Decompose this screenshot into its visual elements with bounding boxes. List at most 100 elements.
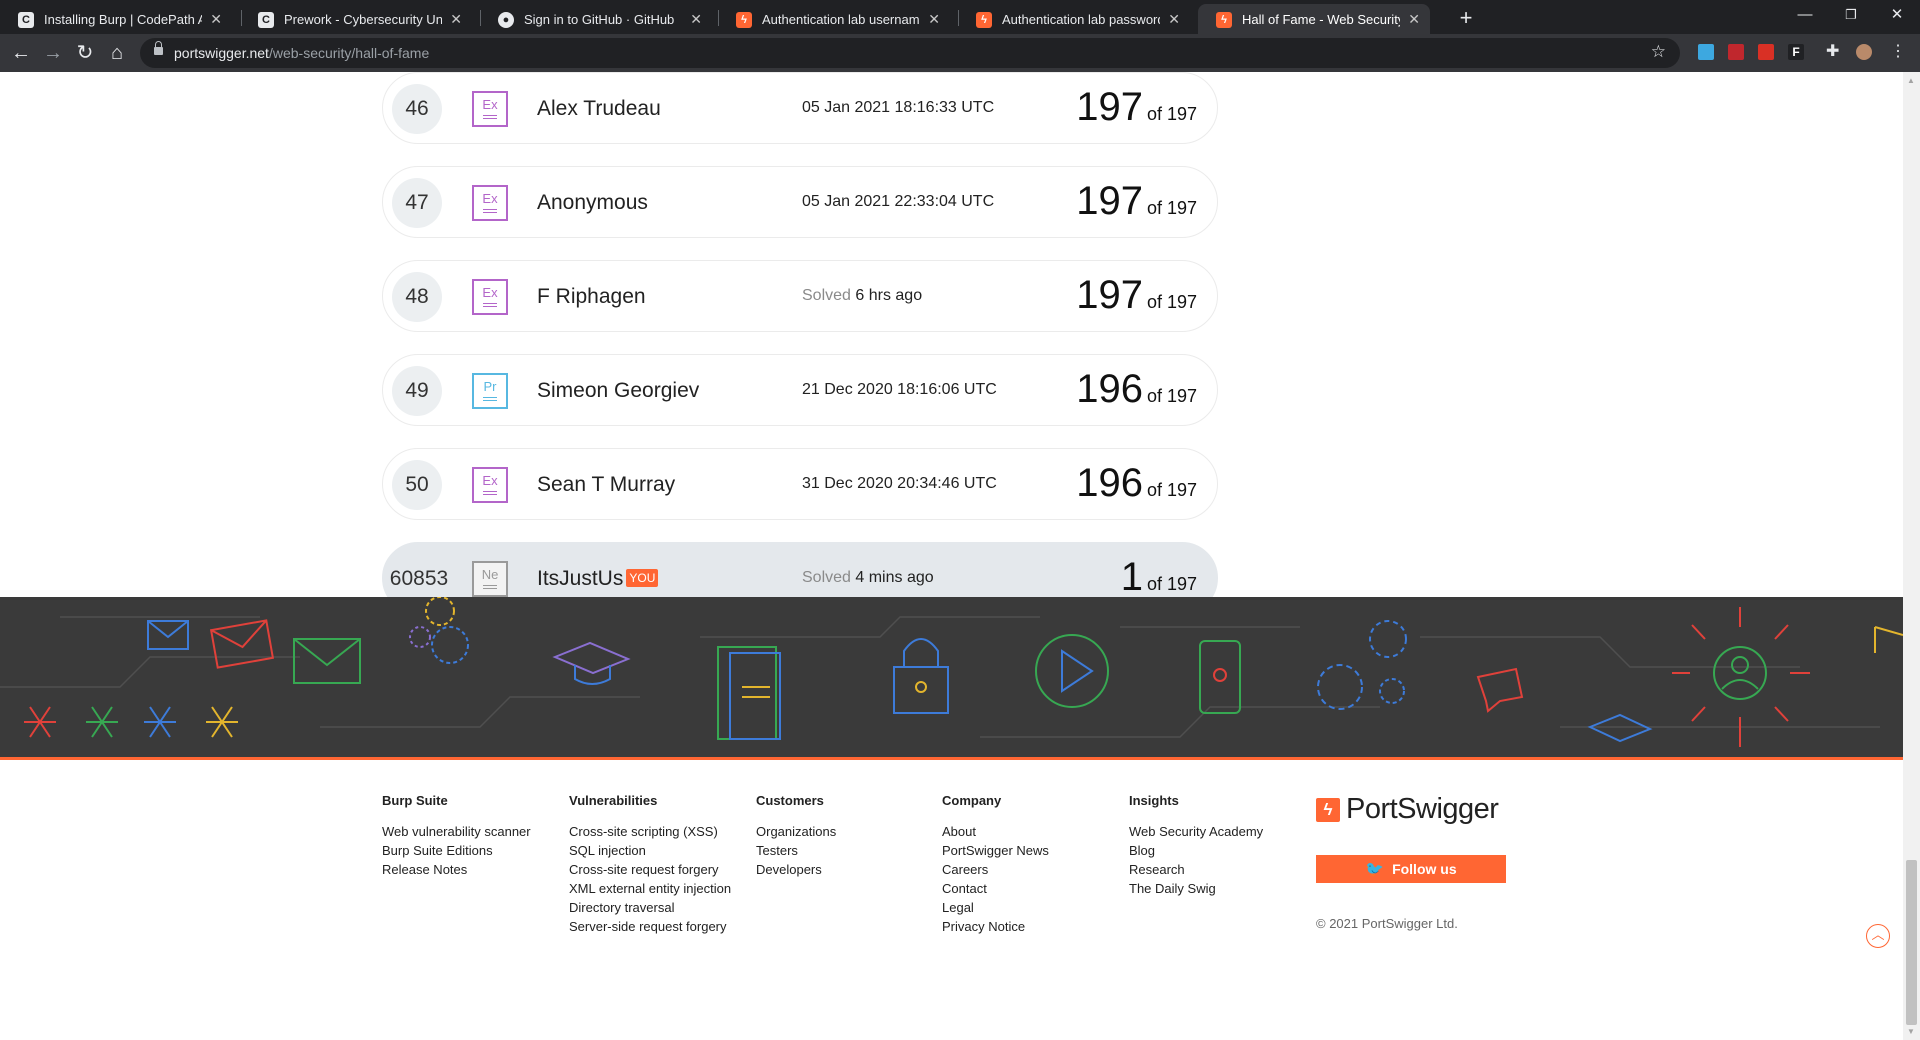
browser-tab[interactable]: ● Sign in to GitHub · GitHub ✕ (480, 4, 712, 34)
footer-link[interactable]: The Daily Swig (1129, 879, 1263, 898)
close-tab-icon[interactable]: ✕ (450, 11, 462, 28)
footer-link[interactable]: SQL injection (569, 841, 731, 860)
portswigger-logo-icon: ϟ (1316, 797, 1340, 822)
footer-link[interactable]: Legal (942, 898, 1049, 917)
footer-column-vulnerabilities: Vulnerabilities Cross-site scripting (XS… (569, 793, 731, 936)
footer-column-burp-suite: Burp Suite Web vulnerability scanner Bur… (382, 793, 531, 879)
follow-label: Follow us (1392, 861, 1457, 877)
score: 197 of 197 (1076, 179, 1197, 223)
footer-link[interactable]: Cross-site request forgery (569, 860, 731, 879)
footer-heading: Insights (1129, 793, 1179, 808)
solved-time: 05 Jan 2021 22:33:04 UTC (802, 193, 995, 210)
rank-number: 49 (392, 366, 442, 416)
score: 196 of 197 (1076, 461, 1197, 505)
footer-link[interactable]: XML external entity injection (569, 879, 731, 898)
user-name: F Riphagen (537, 285, 646, 308)
score: 196 of 197 (1076, 367, 1197, 411)
extension-icon[interactable] (1698, 44, 1714, 60)
rank-number: 47 (392, 178, 442, 228)
leaderboard-row: 47 Ex Anonymous 05 Jan 2021 22:33:04 UTC… (382, 166, 1218, 238)
footer-heading: Company (942, 793, 1002, 808)
browser-tab-strip: C Installing Burp | CodePath Andro ✕ C P… (0, 0, 1920, 34)
codepath-icon: C (258, 12, 274, 28)
leaderboard-row: 46 Ex Alex Trudeau 05 Jan 2021 18:16:33 … (382, 72, 1218, 144)
close-tab-icon[interactable]: ✕ (210, 11, 222, 28)
browser-tab[interactable]: ϟ Authentication lab passwords | W ✕ (958, 4, 1190, 34)
lock-icon[interactable] (154, 41, 163, 55)
forward-arrow-icon[interactable]: → (40, 40, 66, 66)
footer-link[interactable]: Burp Suite Editions (382, 841, 531, 860)
footer-link[interactable]: Release Notes (382, 860, 531, 879)
user-name: Alex Trudeau (537, 97, 661, 120)
ublock-extension-icon[interactable] (1728, 44, 1744, 60)
footer-link[interactable]: About (942, 822, 1049, 841)
practitioner-level-badge-icon: Pr (472, 373, 508, 409)
kebab-menu-icon[interactable]: ⋮ (1890, 44, 1906, 60)
footer-link[interactable]: Testers (756, 841, 836, 860)
footer-link[interactable]: Careers (942, 860, 1049, 879)
portswigger-logo[interactable]: ϟ PortSwigger (1316, 793, 1499, 826)
user-name: Sean T Murray (537, 473, 676, 496)
footer-link[interactable]: Cross-site scripting (XSS) (569, 822, 731, 841)
footer-illustration-banner (0, 597, 1903, 760)
browser-tab[interactable]: C Installing Burp | CodePath Andro ✕ (0, 4, 232, 34)
tab-title: Sign in to GitHub · GitHub (524, 11, 675, 27)
footer-link[interactable]: Directory traversal (569, 898, 731, 917)
tab-title: Prework - Cybersecurity Universi (284, 11, 442, 27)
avatar[interactable] (1856, 44, 1872, 60)
browser-tab[interactable]: ϟ Authentication lab usernames | W ✕ (718, 4, 950, 34)
footer-link[interactable]: PortSwigger News (942, 841, 1049, 860)
rank-number: 50 (392, 460, 442, 510)
footer-link[interactable]: Privacy Notice (942, 917, 1049, 936)
close-tab-icon[interactable]: ✕ (1168, 11, 1180, 28)
twitter-icon: 🐦 (1365, 861, 1385, 878)
browser-tab[interactable]: C Prework - Cybersecurity Universi ✕ (240, 4, 472, 34)
close-window-icon[interactable]: ✕ (1874, 0, 1920, 30)
footer-heading: Customers (756, 793, 824, 808)
scroll-up-arrow-icon[interactable]: ▲ (1907, 76, 1915, 85)
leaderboard-row: 48 Ex F Riphagen Solved 6 hrs ago 197 of … (382, 260, 1218, 332)
home-icon[interactable]: ⌂ (104, 40, 130, 66)
brand-name: PortSwigger (1346, 793, 1499, 825)
address-bar[interactable]: portswigger.net/web-security/hall-of-fam… (140, 38, 1680, 68)
page-scrollbar[interactable]: ▲ ▼ (1903, 72, 1920, 1040)
footer-link[interactable]: Contact (942, 879, 1049, 898)
minimize-icon[interactable]: — (1782, 0, 1828, 30)
new-tab-button[interactable]: + (1452, 4, 1480, 32)
footer-column-company: Company About PortSwigger News Careers C… (942, 793, 1049, 936)
copyright-text: © 2021 PortSwigger Ltd. (1316, 916, 1458, 931)
close-tab-icon[interactable]: ✕ (928, 11, 940, 28)
restore-icon[interactable]: ❐ (1828, 0, 1874, 30)
newcomer-level-badge-icon: Ne (472, 561, 508, 597)
scrollbar-thumb[interactable] (1906, 860, 1917, 1025)
reload-icon[interactable]: ↻ (72, 40, 98, 66)
footer-link[interactable]: Organizations (756, 822, 836, 841)
browser-tab-active[interactable]: ϟ Hall of Fame - Web Security Acad ✕ (1198, 4, 1430, 34)
close-tab-icon[interactable]: ✕ (1408, 11, 1420, 28)
portswigger-icon: ϟ (736, 12, 752, 28)
footer-link[interactable]: Web vulnerability scanner (382, 822, 531, 841)
expert-level-badge-icon: Ex (472, 279, 508, 315)
footer-link[interactable]: Research (1129, 860, 1263, 879)
back-to-top-icon[interactable]: ︿ (1866, 924, 1890, 948)
footer-link[interactable]: Web Security Academy (1129, 822, 1263, 841)
rank-number: 48 (392, 272, 442, 322)
footer-link[interactable]: Blog (1129, 841, 1263, 860)
footer-link[interactable]: Server-side request forgery (569, 917, 731, 936)
portswigger-icon: ϟ (976, 12, 992, 28)
bookmark-star-icon[interactable]: ☆ (1651, 42, 1666, 62)
puzzle-extensions-icon[interactable]: ✚ (1826, 44, 1842, 60)
expert-level-badge-icon: Ex (472, 185, 508, 221)
solved-time: Solved 6 hrs ago (802, 287, 923, 304)
twitter-follow-button[interactable]: 🐦 Follow us (1316, 855, 1506, 883)
footer-link[interactable]: Developers (756, 860, 836, 879)
tab-title: Hall of Fame - Web Security Acad (1242, 11, 1400, 27)
scroll-down-arrow-icon[interactable]: ▼ (1907, 1027, 1915, 1036)
back-arrow-icon[interactable]: ← (8, 40, 34, 66)
extension-icon[interactable] (1758, 44, 1774, 60)
extension-icon[interactable]: F (1788, 44, 1804, 60)
close-tab-icon[interactable]: ✕ (690, 11, 702, 28)
footer-heading: Burp Suite (382, 793, 448, 808)
score: 197 of 197 (1076, 85, 1197, 129)
url-text[interactable]: portswigger.net/web-security/hall-of-fam… (174, 45, 429, 61)
